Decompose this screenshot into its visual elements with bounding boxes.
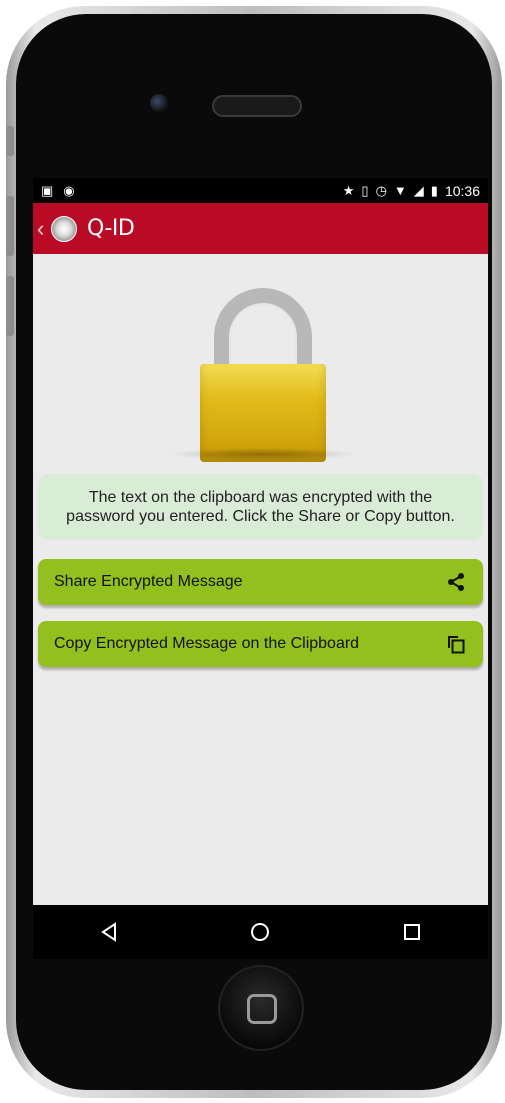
vibrate-icon: ▯ [361, 183, 369, 198]
share-icon [445, 571, 467, 593]
earpiece-speaker [212, 95, 302, 117]
status-bar: ▣ ◉ ★ ▯ ◷ ▼ ◢ ▮ 10:36 [33, 178, 488, 203]
star-icon: ★ [342, 183, 355, 198]
padlock-image [200, 288, 330, 468]
wifi-icon: ▼ [393, 183, 407, 198]
signal-icon: ◢ [413, 183, 424, 198]
recents-square-icon[interactable] [392, 912, 432, 952]
share-button-label: Share Encrypted Message [54, 573, 243, 590]
home-square-icon [247, 994, 277, 1024]
share-encrypted-message-button[interactable]: Share Encrypted Message [38, 559, 483, 605]
volume-up-button [6, 196, 14, 256]
image-icon: ▣ [41, 183, 54, 198]
mute-switch [6, 126, 14, 156]
copy-button-label: Copy Encrypted Message on the Clipboard [54, 635, 360, 652]
copy-icon [445, 633, 467, 655]
home-circle-icon[interactable] [240, 912, 280, 952]
android-icon: ◉ [63, 183, 75, 198]
padlock-shadow [168, 448, 358, 460]
back-triangle-icon[interactable] [89, 912, 129, 952]
fingerprint-logo-icon [51, 215, 77, 242]
app-bar: ‹ Q-ID [33, 203, 488, 254]
status-time: 10:36 [444, 182, 480, 199]
app-screen: ▣ ◉ ★ ▯ ◷ ▼ ◢ ▮ 10:36 ‹ Q-ID The text on… [33, 178, 488, 908]
app-title: Q-ID [87, 216, 135, 241]
front-camera [150, 94, 168, 112]
volume-down-button [6, 276, 14, 336]
android-nav-bar [33, 905, 488, 959]
copy-encrypted-message-button[interactable]: Copy Encrypted Message on the Clipboard [38, 621, 483, 667]
battery-icon: ▮ [430, 183, 438, 198]
hardware-home-button[interactable] [218, 965, 304, 1051]
back-chevron-icon[interactable]: ‹ [37, 216, 51, 242]
alarm-icon: ◷ [375, 183, 387, 198]
info-message: The text on the clipboard was encrypted … [38, 474, 483, 540]
